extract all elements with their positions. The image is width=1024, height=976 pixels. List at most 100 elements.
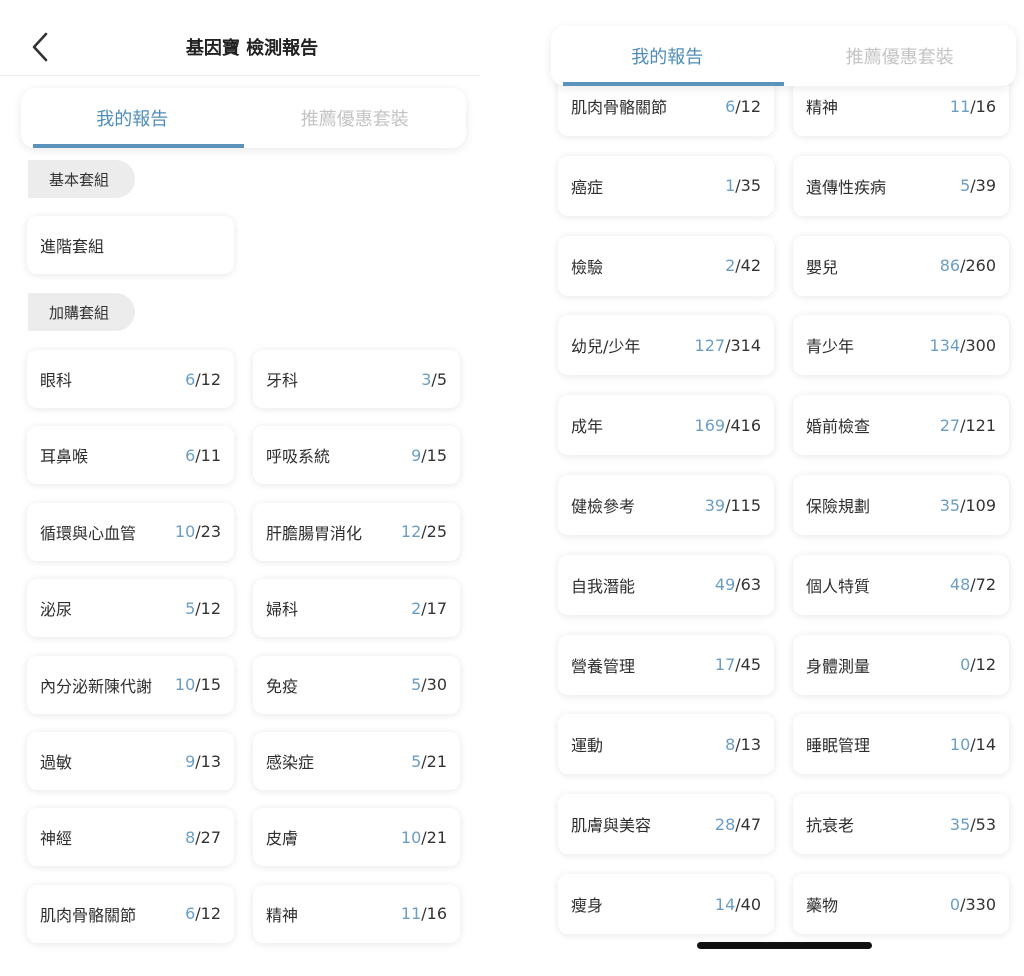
report-card[interactable]: 自我潛能 49/63 bbox=[558, 554, 774, 615]
card-name: 藥物 bbox=[806, 896, 839, 915]
report-card[interactable]: 婦科 2/17 bbox=[253, 579, 460, 638]
card-progress: 0/330 bbox=[950, 895, 996, 914]
report-card[interactable]: 神經 8/27 bbox=[27, 808, 234, 867]
card-name: 泌尿 bbox=[40, 600, 73, 620]
report-card[interactable]: 感染症 5/21 bbox=[253, 732, 460, 790]
card-name: 自我潛能 bbox=[571, 576, 636, 596]
progress-done: 10 bbox=[174, 675, 196, 695]
card-progress: 8/27 bbox=[185, 828, 221, 847]
report-card[interactable]: 肌膚與美容 28/47 bbox=[558, 794, 774, 855]
progress-total: 12 bbox=[200, 904, 221, 924]
card-progress: 6/12 bbox=[185, 904, 221, 923]
report-card[interactable]: 營養管理 17/45 bbox=[558, 634, 774, 695]
report-card[interactable]: 運動 8/13 bbox=[558, 714, 774, 775]
card-name: 個人特質 bbox=[806, 576, 871, 596]
report-card[interactable]: 呼吸系統 9/15 bbox=[253, 426, 460, 485]
card-progress: 17/45 bbox=[715, 655, 761, 674]
card-progress: 10/15 bbox=[175, 675, 221, 694]
report-card[interactable]: 藥物 0/330 bbox=[793, 874, 1009, 934]
report-card[interactable]: 嬰兒 86/260 bbox=[793, 235, 1009, 296]
progress-done: 9 bbox=[185, 751, 196, 771]
card-progress: 5/39 bbox=[960, 176, 996, 195]
report-card[interactable]: 婚前檢查 27/121 bbox=[793, 395, 1009, 456]
progress-done: 3 bbox=[421, 369, 432, 389]
progress-total: 35 bbox=[740, 176, 761, 196]
progress-done: 49 bbox=[714, 575, 736, 595]
progress-total: 25 bbox=[426, 522, 447, 542]
progress-total: 13 bbox=[200, 751, 221, 771]
card-progress: 27/121 bbox=[940, 416, 996, 435]
tab-recommended-bundles[interactable]: 推薦優惠套裝 bbox=[784, 26, 1017, 86]
report-card[interactable]: 瘦身 14/40 bbox=[558, 874, 774, 934]
progress-total: 416 bbox=[730, 415, 761, 435]
progress-done: 12 bbox=[400, 522, 422, 542]
card-name: 保險規劃 bbox=[806, 497, 871, 516]
card-progress: 14/40 bbox=[715, 895, 761, 914]
report-card[interactable]: 抗衰老 35/53 bbox=[793, 794, 1009, 855]
report-card[interactable]: 保險規劃 35/109 bbox=[793, 475, 1009, 535]
card-name: 精神 bbox=[806, 98, 839, 117]
report-card[interactable]: 過敏 9/13 bbox=[27, 732, 234, 790]
report-card[interactable]: 牙科 3/5 bbox=[253, 350, 460, 408]
card-progress: 10/21 bbox=[401, 828, 447, 847]
progress-done: 35 bbox=[939, 495, 961, 515]
progress-total: 314 bbox=[730, 335, 761, 355]
card-name: 感染症 bbox=[266, 753, 315, 772]
card-name: 進階套組 bbox=[40, 237, 105, 256]
basic-item-card[interactable]: 進階套組 bbox=[27, 216, 234, 274]
progress-done: 8 bbox=[725, 734, 736, 754]
card-progress: 134/300 bbox=[930, 336, 996, 355]
progress-done: 27 bbox=[939, 415, 961, 435]
progress-done: 1 bbox=[725, 176, 736, 196]
report-card[interactable]: 幼兒/少年 127/314 bbox=[558, 315, 774, 376]
report-card[interactable]: 肌肉骨骼關節 6/12 bbox=[27, 884, 234, 943]
left-screen: 基因寶 檢測報告 我的報告 推薦優惠套裝 基本套組 進階套組 加購套組 眼科 6/… bbox=[0, 0, 500, 976]
card-progress: 1/35 bbox=[725, 176, 761, 195]
report-card[interactable]: 皮膚 10/21 bbox=[253, 808, 460, 867]
page-title: 基因寶 檢測報告 bbox=[185, 38, 319, 59]
report-card[interactable]: 成年 169/416 bbox=[558, 395, 774, 456]
tab-my-reports[interactable]: 我的報告 bbox=[21, 88, 244, 148]
progress-total: 23 bbox=[200, 522, 221, 542]
card-progress: 39/115 bbox=[705, 496, 761, 515]
card-progress: 5/21 bbox=[411, 752, 447, 771]
report-card[interactable]: 健檢參考 39/115 bbox=[558, 475, 774, 535]
report-card[interactable]: 精神 11/16 bbox=[253, 884, 460, 943]
report-card[interactable]: 癌症 1/35 bbox=[558, 155, 774, 216]
report-card[interactable]: 眼科 6/12 bbox=[27, 350, 234, 408]
progress-total: 17 bbox=[426, 598, 447, 618]
card-name: 幼兒/少年 bbox=[571, 337, 641, 357]
card-progress: 5/30 bbox=[411, 675, 447, 694]
report-card[interactable]: 睡眠管理 10/14 bbox=[793, 714, 1009, 775]
report-card[interactable]: 檢驗 2/42 bbox=[558, 235, 774, 296]
tab-recommended-bundles[interactable]: 推薦優惠套裝 bbox=[244, 88, 467, 148]
card-name: 運動 bbox=[571, 736, 604, 756]
card-progress: 9/13 bbox=[185, 752, 221, 771]
report-card[interactable]: 泌尿 5/12 bbox=[27, 579, 234, 638]
progress-total: 260 bbox=[965, 256, 996, 276]
report-card[interactable]: 耳鼻喉 6/11 bbox=[27, 426, 234, 485]
progress-total: 42 bbox=[740, 256, 761, 276]
progress-total: 12 bbox=[200, 369, 221, 389]
card-name: 健檢參考 bbox=[571, 497, 636, 516]
report-card[interactable]: 個人特質 48/72 bbox=[793, 554, 1009, 615]
progress-done: 5 bbox=[411, 675, 422, 695]
progress-done: 10 bbox=[174, 522, 196, 542]
progress-done: 11 bbox=[400, 904, 422, 924]
report-card[interactable]: 內分泌新陳代謝 10/15 bbox=[27, 655, 234, 714]
section-label-addon: 加購套組 bbox=[28, 293, 135, 331]
card-name: 肝膽腸胃消化 bbox=[266, 523, 363, 543]
progress-total: 53 bbox=[975, 814, 996, 834]
progress-total: 121 bbox=[965, 415, 996, 435]
progress-done: 35 bbox=[949, 814, 971, 834]
report-card[interactable]: 青少年 134/300 bbox=[793, 315, 1009, 376]
card-progress: 11/16 bbox=[950, 97, 996, 116]
report-card[interactable]: 循環與心血管 10/23 bbox=[27, 502, 234, 561]
report-card[interactable]: 遺傳性疾病 5/39 bbox=[793, 155, 1009, 216]
report-card[interactable]: 身體測量 0/12 bbox=[793, 634, 1009, 695]
report-card[interactable]: 肝膽腸胃消化 12/25 bbox=[253, 502, 460, 561]
report-card[interactable]: 免疫 5/30 bbox=[253, 655, 460, 714]
card-progress: 12/25 bbox=[401, 522, 447, 541]
progress-total: 15 bbox=[200, 675, 221, 695]
tab-my-reports[interactable]: 我的報告 bbox=[551, 26, 784, 86]
